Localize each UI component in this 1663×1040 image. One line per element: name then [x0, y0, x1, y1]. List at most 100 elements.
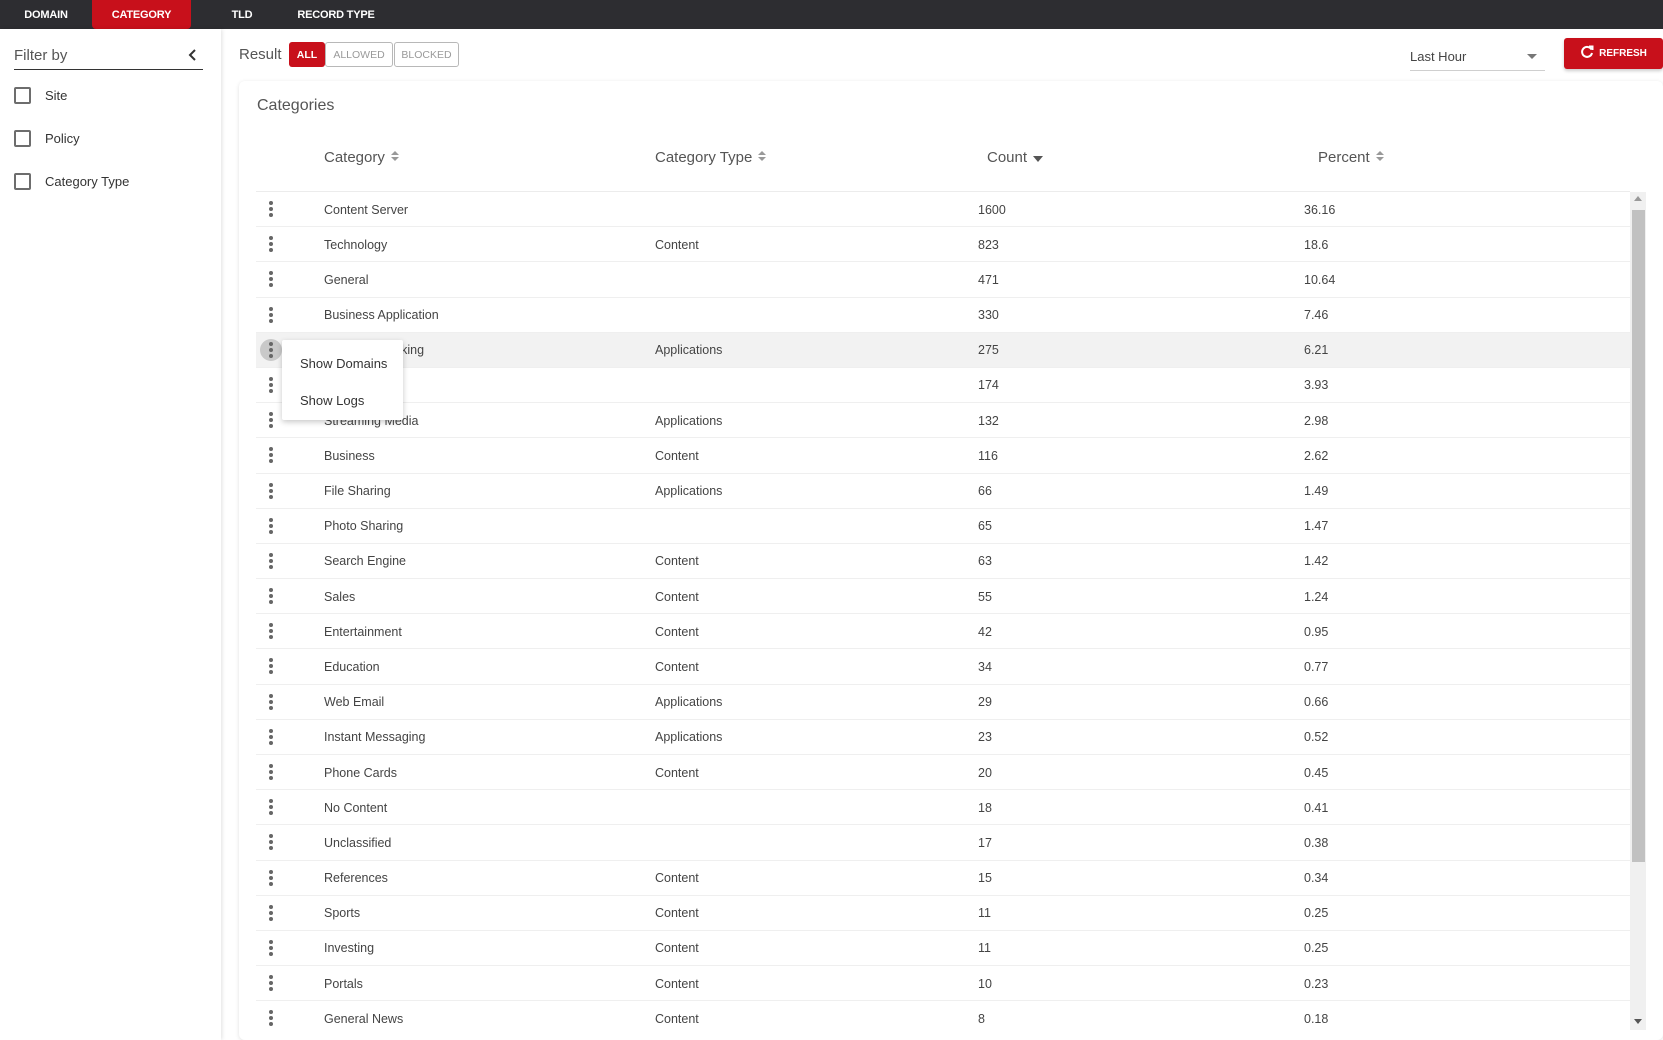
more-vert-icon[interactable]: [260, 338, 282, 361]
more-vert-icon[interactable]: [260, 409, 282, 431]
more-vert-icon[interactable]: [260, 585, 282, 607]
category-type-checkbox[interactable]: [14, 173, 31, 190]
table-row[interactable]: Search Engine Content 63 1.42: [256, 544, 1630, 580]
cell-category: Search Engine: [324, 554, 407, 569]
cell-category: Entertainment: [324, 624, 402, 639]
cell-percent: 2.98: [1304, 413, 1329, 428]
table-row[interactable]: Unclassified 17 0.38: [256, 825, 1630, 861]
table-row[interactable]: Education Content 34 0.77: [256, 649, 1630, 685]
table-row[interactable]: Technology Content 823 18.6: [256, 227, 1630, 263]
scroll-up-arrow-icon[interactable]: [1634, 196, 1642, 201]
table-row[interactable]: Entertainment Content 42 0.95: [256, 614, 1630, 650]
cell-percent: 1.49: [1304, 484, 1329, 498]
more-vert-icon[interactable]: [260, 444, 282, 466]
filter-site[interactable]: Site: [14, 87, 67, 104]
more-vert-icon[interactable]: [260, 550, 282, 572]
tab-domain[interactable]: DOMAIN: [0, 0, 92, 29]
more-vert-icon[interactable]: [260, 233, 282, 255]
table-row[interactable]: Business Content 116 2.62: [256, 438, 1630, 474]
column-header-category-type[interactable]: Category Type: [655, 149, 767, 166]
cell-count: 18: [978, 800, 992, 815]
column-header-count[interactable]: Count: [987, 149, 1044, 166]
cell-percent: 10.64: [1304, 272, 1336, 287]
table-row[interactable]: Web Email Applications 29 0.66: [256, 685, 1630, 720]
more-vert-icon[interactable]: [260, 480, 282, 502]
table-row[interactable]: No Content 18 0.41: [256, 790, 1630, 826]
cell-category-type: Applications: [655, 484, 723, 498]
more-vert-icon[interactable]: [260, 304, 282, 326]
table-row[interactable]: General News Content 8 0.18: [256, 1001, 1630, 1030]
more-vert-icon[interactable]: [260, 268, 282, 290]
table-row[interactable]: File Sharing Applications 66 1.49: [256, 474, 1630, 509]
refresh-label: REFRESH: [1599, 48, 1647, 59]
more-vert-icon[interactable]: [260, 937, 282, 959]
filter-category-type-label: Category Type: [45, 174, 130, 189]
cell-category-type: Content: [655, 589, 699, 604]
table-row[interactable]: Streaming Media Applications 132 2.98: [256, 403, 1630, 439]
more-vert-icon[interactable]: [260, 691, 282, 713]
column-header-category[interactable]: Category: [324, 149, 399, 166]
menu-item-show-logs[interactable]: Show Logs: [282, 380, 403, 420]
table-body: Content Server 1600 36.16 Technology Content…: [256, 192, 1630, 1030]
more-vert-icon[interactable]: [260, 761, 282, 783]
table-row[interactable]: References Content 15 0.34: [256, 861, 1630, 896]
column-label: Category: [324, 149, 385, 166]
table-row[interactable]: Instant Messaging Applications 23 0.52: [256, 720, 1630, 755]
more-vert-icon[interactable]: [260, 831, 282, 853]
scrollbar-thumb[interactable]: [1632, 210, 1645, 862]
more-vert-icon[interactable]: [260, 198, 282, 220]
result-blocked-button[interactable]: BLOCKED: [394, 42, 459, 67]
tab-category[interactable]: CATEGORY: [92, 0, 191, 29]
more-vert-icon[interactable]: [260, 655, 282, 677]
chevron-left-icon[interactable]: [183, 45, 203, 65]
more-vert-icon[interactable]: [260, 515, 282, 537]
scroll-down-arrow-icon[interactable]: [1634, 1019, 1642, 1024]
filter-category-type[interactable]: Category Type: [14, 173, 129, 190]
site-checkbox[interactable]: [14, 87, 31, 104]
more-vert-icon[interactable]: [260, 374, 282, 396]
more-vert-icon[interactable]: [260, 902, 282, 924]
cell-category-type: Applications: [655, 343, 723, 358]
cell-percent: 18.6: [1304, 237, 1329, 252]
table-row[interactable]: Portals Content 10 0.23: [256, 966, 1630, 1002]
cell-category: Education: [324, 659, 380, 674]
card-title: Categories: [257, 97, 335, 114]
table-row[interactable]: Investing Content 11 0.25: [256, 931, 1630, 967]
table-row[interactable]: Social NetworkingApplications2756.21: [256, 332, 1630, 368]
tab-record-type[interactable]: RECORD TYPE: [293, 0, 379, 29]
column-header-percent[interactable]: Percent: [1318, 149, 1384, 166]
refresh-button[interactable]: REFRESH: [1564, 38, 1663, 69]
more-vert-icon[interactable]: [260, 620, 282, 642]
table-row[interactable]: General 471 10.64: [256, 262, 1630, 298]
table-row[interactable]: Photo Sharing 65 1.47: [256, 509, 1630, 544]
cell-category-type: Content: [655, 941, 699, 956]
time-range-select[interactable]: Last Hour: [1410, 42, 1545, 71]
table-row[interactable]: Phone Cards Content 20 0.45: [256, 755, 1630, 791]
cell-count: 116: [978, 448, 998, 463]
menu-item-show-domains[interactable]: Show Domains: [282, 346, 403, 380]
table-row[interactable]: Business Application 330 7.46: [256, 298, 1630, 333]
more-vert-icon[interactable]: [260, 726, 282, 748]
filter-policy-label: Policy: [45, 131, 80, 146]
cell-count: 1600: [978, 202, 1006, 217]
more-vert-icon[interactable]: [260, 796, 282, 818]
tab-tld[interactable]: TLD: [191, 0, 293, 29]
time-range-value: Last Hour: [1410, 48, 1467, 64]
row-context-menu: Show Domains Show Logs: [282, 340, 403, 420]
cell-percent: 1.47: [1304, 519, 1329, 534]
policy-checkbox[interactable]: [14, 130, 31, 147]
table-row[interactable]: 174 3.93: [256, 368, 1630, 404]
more-vert-icon[interactable]: [260, 972, 282, 994]
result-all-button[interactable]: ALL: [289, 42, 325, 67]
table-row[interactable]: Content Server 1600 36.16: [256, 192, 1630, 228]
table-row[interactable]: Sports Content 11 0.25: [256, 896, 1630, 931]
result-allowed-button[interactable]: ALLOWED: [325, 42, 393, 67]
cell-percent: 0.38: [1304, 835, 1329, 850]
cell-count: 17: [978, 835, 992, 850]
cell-count: 34: [978, 659, 992, 674]
more-vert-icon[interactable]: [260, 1007, 282, 1029]
table-row[interactable]: Sales Content 55 1.24: [256, 579, 1630, 615]
table-scrollbar[interactable]: [1630, 192, 1646, 1030]
filter-policy[interactable]: Policy: [14, 130, 80, 147]
more-vert-icon[interactable]: [260, 867, 282, 889]
